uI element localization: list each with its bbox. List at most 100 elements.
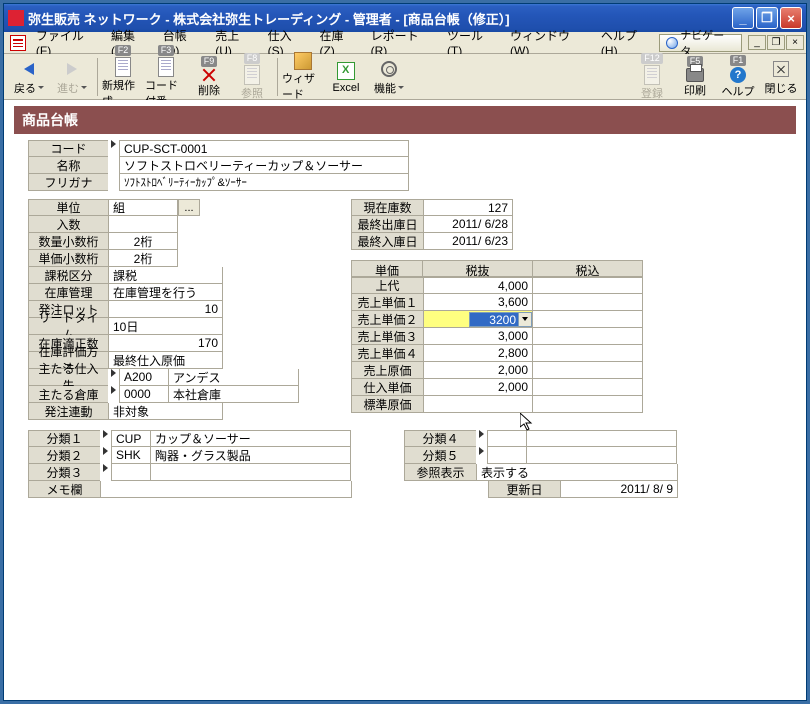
price-tax-cell[interactable] [533, 379, 643, 396]
mdi-restore-button[interactable]: ❐ [767, 35, 785, 50]
price-row: 仕入単価2,000 [351, 379, 643, 396]
excel-button[interactable]: Excel [325, 56, 367, 98]
memo-value[interactable] [100, 481, 352, 498]
cat5-name [527, 447, 677, 464]
warehouse-picker-icon[interactable] [111, 386, 116, 394]
delete-button[interactable]: F9削除 [188, 56, 230, 98]
cat2-name: 陶器・グラス製品 [151, 447, 351, 464]
minimize-button[interactable]: _ [732, 7, 754, 29]
page-title: 商品台帳 [14, 106, 796, 134]
close-button[interactable]: × [780, 7, 802, 29]
leadtime-value[interactable]: 10日 [108, 318, 223, 335]
cat3-picker-icon[interactable] [103, 464, 108, 472]
function-button[interactable]: 機能 [368, 56, 410, 98]
cat4-picker-icon[interactable] [479, 430, 484, 438]
code-button[interactable]: F3コード付番 [145, 56, 187, 98]
unit-label: 単位 [28, 199, 108, 216]
price-select-value[interactable]: 3200 [469, 312, 519, 327]
vendor-label: 主たる仕入先 [28, 369, 108, 386]
lot-value[interactable]: 10 [108, 301, 223, 318]
price-tax-cell[interactable] [533, 345, 643, 362]
price-tax-cell[interactable] [533, 311, 643, 328]
back-button[interactable]: 戻る [8, 56, 50, 98]
price-dropdown-button[interactable] [519, 312, 532, 327]
new-button[interactable]: F2新規作成 [102, 56, 144, 98]
proper-value[interactable]: 170 [108, 335, 223, 352]
price-row-label: 標準原価 [351, 396, 423, 413]
price-notax-cell[interactable]: 2,000 [423, 379, 533, 396]
refdisp-value[interactable]: 表示する [476, 464, 678, 481]
close-window-button[interactable]: 閉じる [760, 56, 802, 98]
price-notax-cell[interactable]: 3,600 [423, 294, 533, 311]
price-table: 単価 税抜 税込 上代4,000売上単価１3,600売上単価２3200売上単価３… [351, 260, 643, 413]
price-notax-cell[interactable]: 2,000 [423, 362, 533, 379]
maximize-button[interactable]: ❐ [756, 7, 778, 29]
toolbar: 戻る 進む F2新規作成 F3コード付番 F9削除 F8参照 ウィザード Exc… [4, 54, 806, 100]
eval-value[interactable]: 最終仕入原価 [108, 352, 223, 369]
memo-label: メモ欄 [28, 481, 100, 498]
price-row-label: 売上単価４ [351, 345, 423, 362]
cat5-code[interactable] [487, 447, 527, 464]
price-tax-cell[interactable] [533, 294, 643, 311]
warehouse-label: 主たる倉庫 [28, 386, 108, 403]
kana-value[interactable]: ｿﾌﾄｽﾄﾛﾍﾞﾘｰﾃｨｰｶｯﾌﾟ&ｿｰｻｰ [119, 174, 409, 191]
price-tax-cell[interactable] [533, 277, 643, 294]
code-label: コード [28, 140, 108, 157]
price-notax-cell[interactable]: 3200 [423, 311, 533, 328]
poauto-value[interactable]: 非対象 [108, 403, 223, 420]
help-button[interactable]: F1?ヘルプ [717, 56, 759, 98]
code-picker-icon[interactable] [111, 140, 116, 148]
reference-button: F8参照 [231, 56, 273, 98]
updated-label: 更新日 [488, 481, 560, 498]
cat3-code[interactable] [111, 464, 151, 481]
price-notax-cell[interactable] [423, 396, 533, 413]
price-tax-cell[interactable] [533, 396, 643, 413]
lastin-value: 2011/ 6/23 [423, 233, 513, 250]
name-value[interactable]: ソフトストロベリーティーカップ＆ソーサー [119, 157, 409, 174]
forward-button: 進む [51, 56, 93, 98]
stockmgmt-label: 在庫管理 [28, 284, 108, 301]
cat4-code[interactable] [487, 430, 527, 447]
mdi-minimize-button[interactable]: _ [748, 35, 766, 50]
price-notax-cell[interactable]: 4,000 [423, 277, 533, 294]
unit-value[interactable]: 組 [108, 199, 178, 216]
cat4-name [527, 430, 677, 447]
price-row-label: 仕入単価 [351, 379, 423, 396]
price-row: 売上単価１3,600 [351, 294, 643, 311]
vendor-picker-icon[interactable] [111, 369, 116, 377]
name-label: 名称 [28, 157, 108, 174]
price-notax-cell[interactable]: 3,000 [423, 328, 533, 345]
price-row: 売上単価３3,000 [351, 328, 643, 345]
price-tax-cell[interactable] [533, 362, 643, 379]
price-tax-cell[interactable] [533, 328, 643, 345]
cat5-picker-icon[interactable] [479, 447, 484, 455]
code-value[interactable]: CUP-SCT-0001 [119, 140, 409, 157]
cat1-code[interactable]: CUP [111, 430, 151, 447]
dec2-value[interactable]: 2桁 [108, 250, 178, 267]
lastin-label: 最終入庫日 [351, 233, 423, 250]
app-icon [8, 10, 24, 26]
stockmgmt-value[interactable]: 在庫管理を行う [108, 284, 223, 301]
updated-value: 2011/ 8/ 9 [560, 481, 678, 498]
vendor-name: アンデス [169, 369, 299, 386]
lastout-label: 最終出庫日 [351, 216, 423, 233]
wizard-button[interactable]: ウィザード [282, 56, 324, 98]
cat2-label: 分類２ [28, 447, 100, 464]
qty-label: 入数 [28, 216, 108, 233]
print-button[interactable]: F5印刷 [674, 56, 716, 98]
warehouse-code[interactable]: 0000 [119, 386, 169, 403]
mdi-close-button[interactable]: × [786, 35, 804, 50]
cat2-code[interactable]: SHK [111, 447, 151, 464]
dec1-label: 数量小数桁 [28, 233, 108, 250]
price-row: 標準原価 [351, 396, 643, 413]
unit-lookup-button[interactable]: ... [178, 199, 200, 216]
navigator-button[interactable]: ナビゲータ [659, 34, 742, 52]
vendor-code[interactable]: A200 [119, 369, 169, 386]
qty-value[interactable] [108, 216, 178, 233]
dec1-value[interactable]: 2桁 [108, 233, 178, 250]
leadtime-label: リードタイム [28, 318, 108, 335]
cat2-picker-icon[interactable] [103, 447, 108, 455]
cat1-picker-icon[interactable] [103, 430, 108, 438]
tax-value[interactable]: 課税 [108, 267, 223, 284]
price-notax-cell[interactable]: 2,800 [423, 345, 533, 362]
